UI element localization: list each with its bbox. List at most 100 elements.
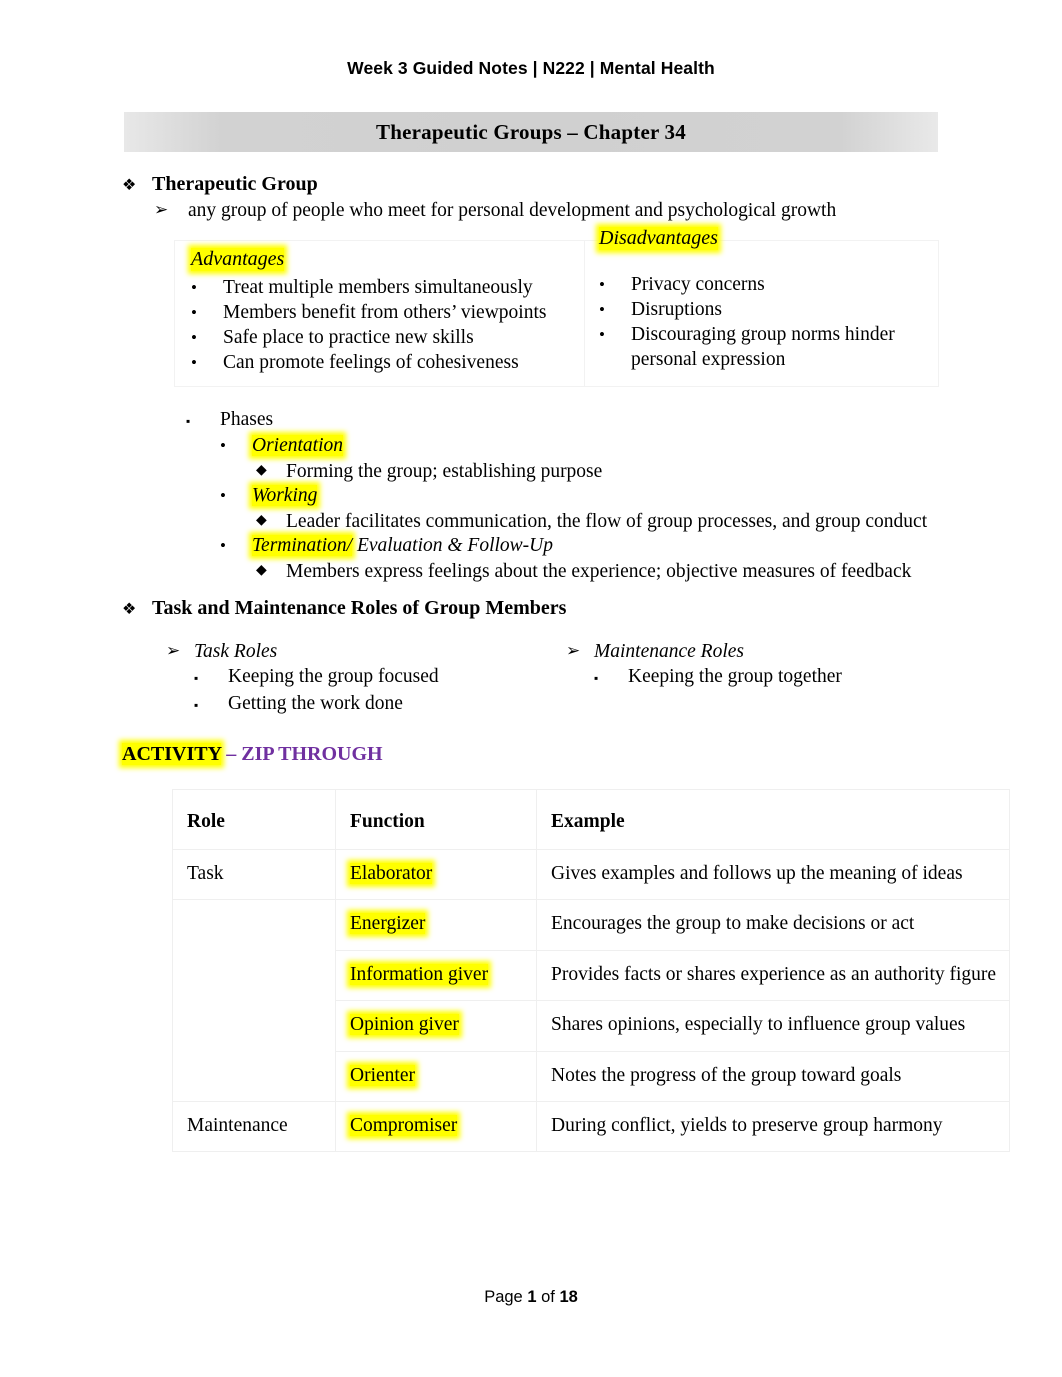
table-row: Task Elaborator Gives examples and follo… [172, 848, 1010, 901]
list-item: • Discouraging group norms hinder persona… [599, 323, 930, 373]
disadvantage-text: Disruptions [631, 299, 723, 321]
phase-orientation-detail: ◆ Forming the group; establishing purpos… [186, 460, 940, 483]
document-page: Week 3 Guided Notes | N222 | Mental Heal… [0, 0, 1062, 1377]
dot-bullet-icon: • [191, 328, 197, 348]
advantage-text: Members benefit from others’ viewpoints [223, 302, 547, 324]
heading-label: Task and Maintenance Roles of Group Memb… [152, 597, 567, 620]
cell-role [172, 1051, 336, 1102]
phase-detail: Forming the group; establishing purpose [286, 460, 603, 482]
dot-bullet-icon: • [599, 325, 605, 345]
phase-working: • Working [186, 485, 940, 508]
advantages-list: • Treat multiple members simultaneously •… [191, 276, 576, 376]
table-row: Advantages • Treat multiple members simul… [174, 227, 939, 388]
disadvantages-cell: Disadvantages • Privacy concerns • Disrupt… [584, 227, 939, 388]
small-diamond-bullet-icon: ◆ [256, 462, 267, 478]
phases-label: Phases [220, 409, 274, 431]
list-item: ▪ Getting the work done [166, 693, 566, 717]
task-role-text: Keeping the group focused [228, 666, 439, 688]
task-roles-heading: ➢ Task Roles [166, 641, 566, 664]
heading-task-maintenance-roles: ❖ Task and Maintenance Roles of Group Me… [122, 597, 940, 621]
list-item: • Safe place to practice new skills [191, 326, 576, 351]
dot-bullet-icon: • [599, 300, 605, 320]
cell-example: During conflict, yields to preserve grou… [536, 1100, 1010, 1153]
cell-example: Encourages the group to make decisions o… [536, 899, 1010, 951]
phase-detail: Leader facilitates communication, the fl… [286, 510, 928, 532]
heading-label: Therapeutic Group [152, 173, 318, 195]
table-header: Role Function Example [172, 788, 1010, 850]
dot-bullet-icon: • [220, 536, 226, 556]
list-item: • Disruptions [599, 298, 930, 323]
arrow-bullet-icon: ➢ [154, 199, 169, 219]
cell-function: Opinion giver [335, 1000, 537, 1052]
maintenance-roles-label: Maintenance Roles [594, 640, 744, 662]
diamond-bullet-icon: ❖ [122, 177, 137, 194]
cell-example: Provides facts or shares experience as a… [536, 949, 1010, 1002]
list-item: ▪ Keeping the group focused [166, 666, 566, 690]
dot-bullet-icon: • [191, 278, 197, 298]
activity-name: – ZIP THROUGH [221, 743, 383, 766]
phase-name-suffix: Evaluation & Follow-Up [352, 535, 554, 557]
heading-therapeutic-group: ❖ Therapeutic Group [122, 173, 940, 197]
cell-role [172, 899, 336, 951]
phase-name: Orientation [252, 435, 343, 457]
phase-name: Termination/ [252, 535, 353, 557]
column-header-role: Role [172, 788, 336, 850]
page-footer: Page 1 of 18 [0, 1288, 1062, 1307]
cell-role: Task [172, 848, 336, 901]
document-body: ❖ Therapeutic Group ➢ any group of peopl… [0, 173, 1062, 1153]
cell-function: Energizer [335, 899, 537, 951]
phase-termination-detail: ◆ Members express feelings about the exp… [186, 560, 940, 583]
task-roles-cell: ➢ Task Roles ▪ Keeping the group focused… [166, 641, 566, 718]
therapeutic-group-definition: ➢ any group of people who meet for perso… [122, 200, 940, 223]
square-bullet-icon: ▪ [194, 698, 199, 713]
disadvantage-text: Privacy concerns [631, 274, 765, 296]
advantage-text: Can promote feelings of cohesiveness [223, 352, 519, 374]
dot-bullet-icon: • [220, 486, 226, 506]
list-item: • Privacy concerns [599, 273, 930, 298]
dot-bullet-icon: • [191, 353, 197, 373]
cell-role [172, 950, 336, 1001]
function-label: Opinion giver [350, 1014, 459, 1036]
table-row: Energizer Encourages the group to make d… [172, 899, 1010, 951]
function-label: Orienter [350, 1064, 415, 1086]
dot-bullet-icon: • [220, 436, 226, 456]
activity-label: ACTIVITY [122, 743, 222, 766]
list-item: ▪ Keeping the group together [566, 666, 936, 690]
definition-text: any group of people who meet for persona… [188, 199, 837, 221]
cell-function: Compromiser [335, 1100, 537, 1153]
function-label: Information giver [350, 963, 489, 985]
column-header-function: Function [335, 788, 537, 850]
dot-bullet-icon: • [191, 303, 197, 323]
advantages-label: Advantages [191, 248, 285, 272]
function-label: Compromiser [350, 1114, 458, 1136]
list-item: • Members benefit from others’ viewpoints [191, 301, 576, 326]
footer-middle: of [536, 1288, 560, 1306]
phase-detail: Members express feelings about the exper… [286, 560, 912, 582]
footer-total-pages: 18 [559, 1288, 578, 1306]
task-maintenance-columns: ➢ Task Roles ▪ Keeping the group focused… [166, 641, 936, 718]
phase-termination: • Termination/ Evaluation & Follow-Up [186, 535, 940, 558]
table-row: ➢ Task Roles ▪ Keeping the group focused… [166, 641, 936, 718]
chapter-title: Therapeutic Groups – Chapter 34 [376, 119, 686, 144]
arrow-bullet-icon: ➢ [166, 640, 181, 660]
square-bullet-icon: ▪ [194, 671, 199, 686]
cell-function: Information giver [335, 949, 537, 1002]
chapter-title-banner: Therapeutic Groups – Chapter 34 [124, 112, 938, 152]
square-bullet-icon: ▪ [594, 671, 599, 686]
dot-bullet-icon: • [599, 275, 605, 295]
disadvantages-list: • Privacy concerns • Disruptions • Discoura… [599, 273, 930, 373]
footer-page-number: 1 [527, 1288, 537, 1306]
table-row: Maintenance Compromiser During conflict,… [172, 1100, 1010, 1153]
table-row: Information giver Provides facts or shar… [172, 949, 1010, 1002]
cell-role [172, 1000, 336, 1052]
small-diamond-bullet-icon: ◆ [256, 562, 267, 578]
footer-prefix: Page [484, 1288, 528, 1306]
small-diamond-bullet-icon: ◆ [256, 512, 267, 528]
function-label: Elaborator [350, 862, 433, 884]
square-bullet-icon: ▪ [186, 414, 191, 429]
cell-function: Orienter [335, 1050, 537, 1102]
document-header: Week 3 Guided Notes | N222 | Mental Heal… [347, 58, 715, 78]
phase-working-detail: ◆ Leader facilitates communication, the … [186, 510, 940, 533]
table-body: Task Elaborator Gives examples and follo… [172, 848, 1010, 1153]
maintenance-roles-heading: ➢ Maintenance Roles [566, 641, 936, 664]
